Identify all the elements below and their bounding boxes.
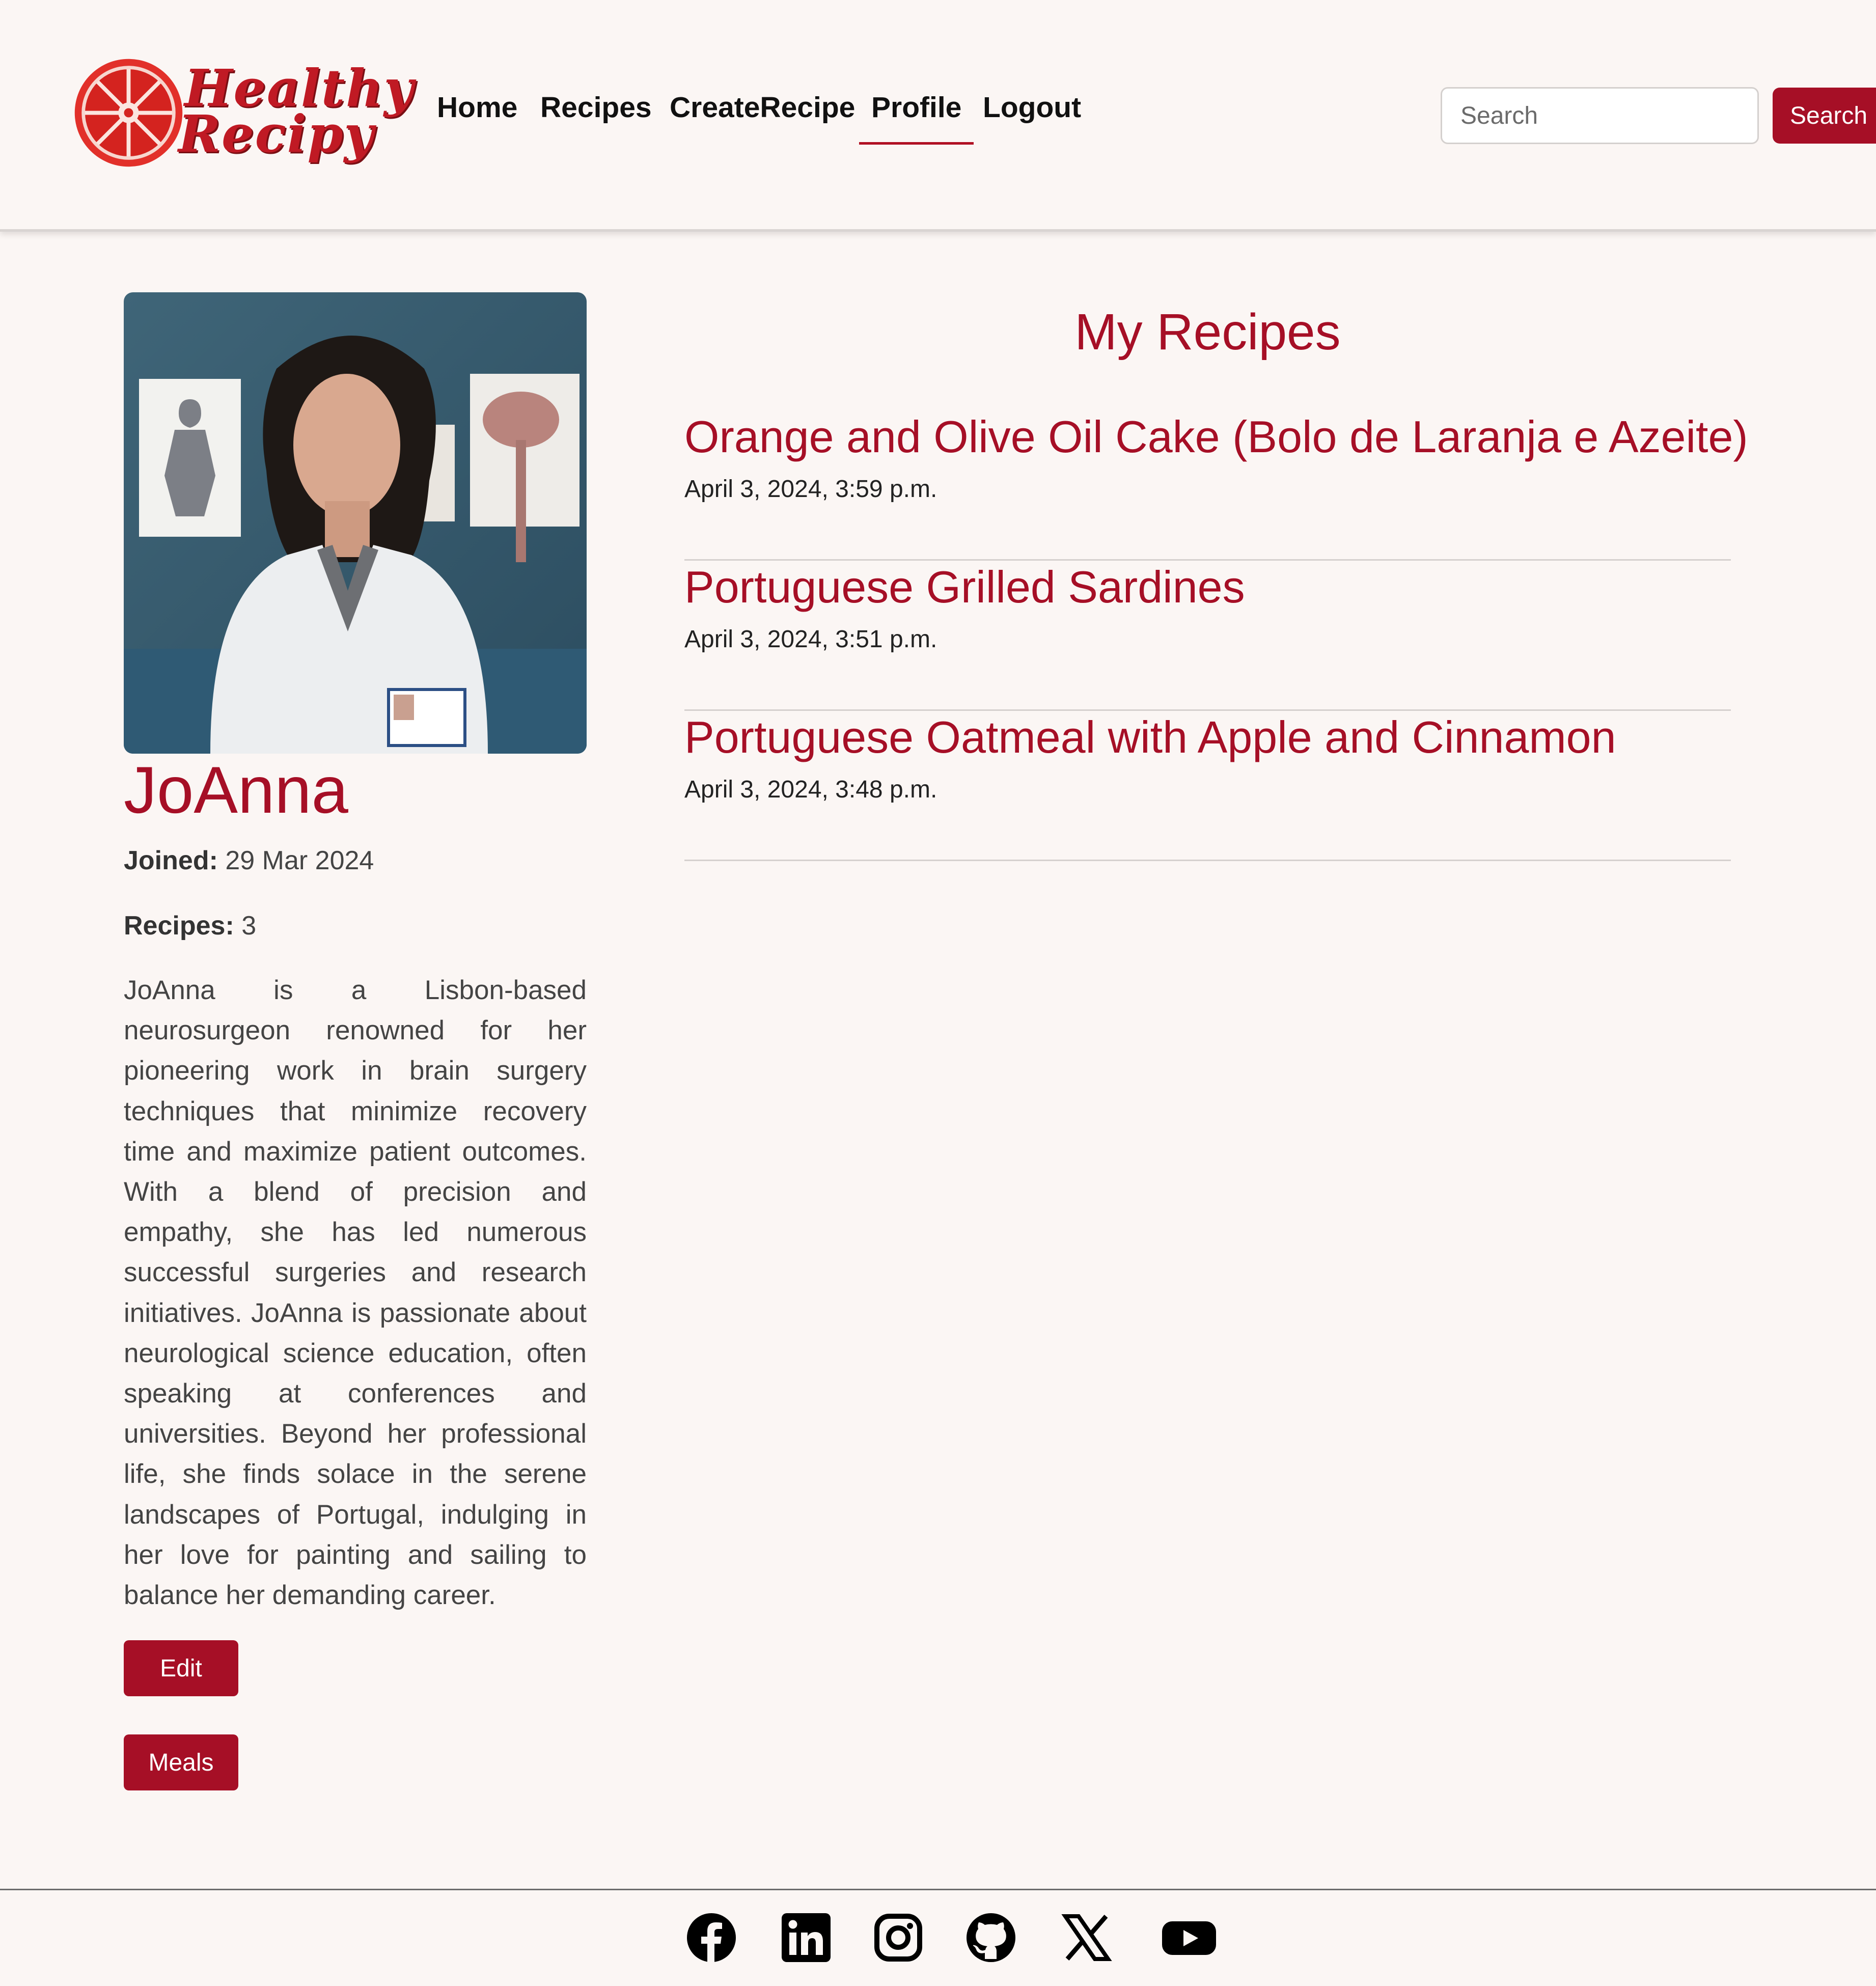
- my-recipes-heading: My Recipes: [1074, 304, 1341, 361]
- profile-recipes-count: Recipes: 3: [124, 909, 256, 944]
- nav-link-recipes[interactable]: Recipes: [540, 86, 652, 129]
- recipe-title-link[interactable]: Orange and Olive Oil Cake (Bolo de Laran…: [684, 410, 1748, 464]
- citrus-logo-icon: [74, 59, 183, 167]
- instagram-icon[interactable]: [873, 1912, 924, 1963]
- nav-link-home[interactable]: Home: [437, 86, 517, 129]
- linkedin-icon[interactable]: [781, 1912, 832, 1963]
- navbar: Healthy Recipy Home Recipes CreateRecipe…: [0, 0, 1876, 232]
- recipe-list-item: Portuguese Oatmeal with Apple and Cinnam…: [684, 710, 1731, 861]
- search-button[interactable]: Search: [1773, 88, 1876, 144]
- recipe-title-link[interactable]: Portuguese Oatmeal with Apple and Cinnam…: [684, 710, 1616, 764]
- github-icon[interactable]: [965, 1912, 1016, 1963]
- recipes-count-value: 3: [241, 911, 257, 941]
- recipe-date: April 3, 2024, 3:48 p.m.: [684, 776, 937, 803]
- footer: [0, 1889, 1876, 1986]
- search-input[interactable]: [1441, 87, 1759, 144]
- edit-button[interactable]: Edit: [124, 1640, 238, 1696]
- meals-button[interactable]: Meals: [124, 1734, 238, 1790]
- joined-date: 29 Mar 2024: [225, 846, 374, 875]
- nav-link-profile[interactable]: Profile: [859, 86, 974, 145]
- profile-avatar: [124, 292, 587, 754]
- x-icon[interactable]: [1061, 1912, 1112, 1963]
- recipes-count-label: Recipes:: [124, 911, 234, 941]
- nav-link-logout[interactable]: Logout: [983, 86, 1081, 129]
- profile-bio: JoAnna is a Lisbon-based neurosurgeon re…: [124, 975, 587, 1611]
- profile-joined: Joined: 29 Mar 2024: [124, 844, 374, 878]
- recipe-title-link[interactable]: Portuguese Grilled Sardines: [684, 560, 1245, 614]
- recipe-date: April 3, 2024, 3:59 p.m.: [684, 476, 937, 503]
- nav-link-createrecipe[interactable]: CreateRecipe: [670, 86, 855, 129]
- recipe-date: April 3, 2024, 3:51 p.m.: [684, 626, 937, 653]
- recipe-list-item: Portuguese Grilled Sardines April 3, 202…: [684, 560, 1731, 711]
- youtube-icon[interactable]: [1161, 1912, 1217, 1963]
- facebook-icon[interactable]: [686, 1912, 737, 1963]
- profile-photo: [124, 292, 587, 754]
- joined-label: Joined:: [124, 846, 218, 875]
- healthy-recipy-logo[interactable]: Healthy Recipy: [71, 53, 413, 178]
- logo-text-recipy: Recipy: [178, 104, 375, 164]
- recipe-list-item: Orange and Olive Oil Cake (Bolo de Laran…: [684, 410, 1748, 561]
- profile-name: JoAnna: [124, 753, 348, 827]
